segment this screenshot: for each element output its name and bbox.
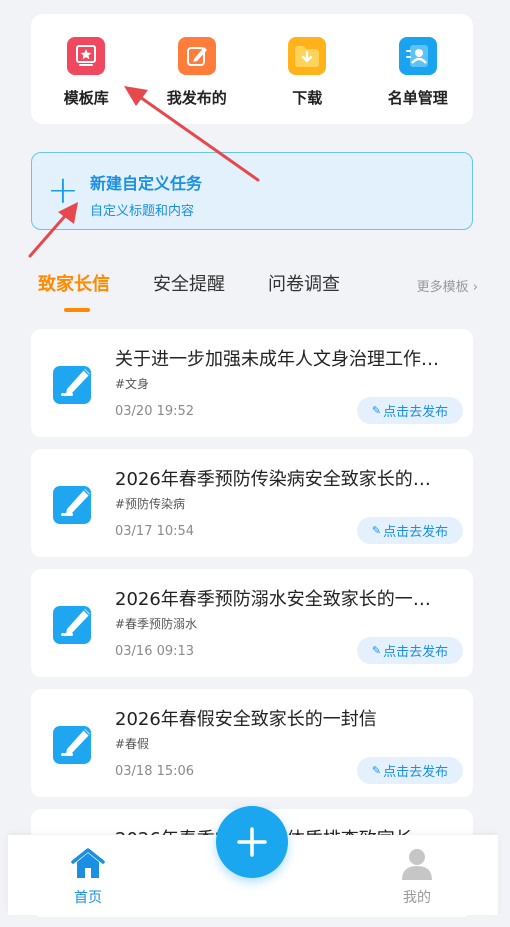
home-icon [71,848,105,878]
quick-action-roster[interactable]: 名单管理 [368,37,468,108]
new-custom-task-button[interactable]: + 新建自定义任务 自定义标题和内容 [31,152,473,230]
document-edit-icon [53,726,91,764]
list-item[interactable]: 2026年春季预防传染病安全致家长的一封信 #预防传染病 03/17 10:54… [31,449,473,557]
quick-actions-card: 模板库 我发布的 下载 名单管理 [31,14,473,124]
pen-icon: ✎ [371,644,382,657]
publish-label: 点击去发布 [383,645,449,660]
new-task-subtitle: 自定义标题和内容 [90,204,195,219]
tab-parent-letter[interactable]: 致家长信 [38,270,110,296]
item-title: 关于进一步加强未成年人文身治理工作的通知 [115,349,445,370]
publish-button[interactable]: ✎ 点击去发布 [357,517,463,544]
publish-button[interactable]: ✎ 点击去发布 [357,637,463,664]
contacts-icon [398,37,437,75]
item-tag: #预防传染病 [115,497,186,511]
item-tag: #春季预防溺水 [115,617,198,631]
edit-icon [177,37,216,75]
publish-label: 点击去发布 [383,405,449,420]
document-edit-icon [53,486,91,524]
list-item[interactable]: 关于进一步加强未成年人文身治理工作的通知 #文身 03/20 19:52 ✎ 点击… [31,329,473,437]
item-time: 03/17 10:54 [115,524,195,539]
tab-safety-reminder[interactable]: 安全提醒 [153,270,225,296]
item-time: 03/18 15:06 [115,764,195,779]
pen-icon: ✎ [371,524,382,537]
item-time: 03/20 19:52 [115,404,195,419]
pen-icon: ✎ [371,764,382,777]
publish-button[interactable]: ✎ 点击去发布 [357,397,463,424]
user-icon [402,849,432,880]
publish-label: 点击去发布 [383,525,449,540]
more-templates-link[interactable]: 更多模板 › [417,276,478,295]
nav-home[interactable]: 首页 [66,847,110,907]
tab-questionnaire[interactable]: 问卷调查 [268,270,340,296]
active-tab-indicator [64,308,90,312]
plus-icon [237,827,267,857]
item-time: 03/16 09:13 [115,644,195,659]
category-tabs: 致家长信 安全提醒 问卷调查 更多模板 › [38,270,478,320]
item-tag: #文身 [115,377,150,391]
quick-action-label: 名单管理 [387,89,448,107]
quick-action-label: 我发布的 [166,89,227,107]
quick-action-my-published[interactable]: 我发布的 [147,37,247,108]
item-title: 2026年春假安全致家长的一封信 [115,709,377,730]
publish-label: 点击去发布 [383,765,449,780]
item-tag: #春假 [115,737,150,751]
pen-icon: ✎ [371,404,382,417]
quick-action-template-library[interactable]: 模板库 [36,37,136,108]
plus-icon: + [47,168,79,212]
item-title: 2026年春季预防传染病安全致家长的一封信 [115,469,445,490]
document-edit-icon [53,366,91,404]
nav-profile[interactable]: 我的 [395,847,439,907]
create-fab-button[interactable] [216,806,288,878]
item-title: 2026年春季预防溺水安全致家长的一封信 [115,589,445,610]
document-edit-icon [53,606,91,644]
list-item[interactable]: 2026年春假安全致家长的一封信 #春假 03/18 15:06 ✎ 点击去发布 [31,689,473,797]
nav-home-label: 首页 [74,890,102,906]
quick-action-label: 下载 [292,89,323,107]
template-icon [67,37,106,75]
quick-action-label: 模板库 [63,89,109,107]
list-item[interactable]: 2026年春季预防溺水安全致家长的一封信 #春季预防溺水 03/16 09:13… [31,569,473,677]
new-task-title: 新建自定义任务 [90,174,203,193]
quick-action-download[interactable]: 下载 [257,37,357,108]
download-icon [288,37,327,75]
nav-profile-label: 我的 [403,890,431,906]
publish-button[interactable]: ✎ 点击去发布 [357,757,463,784]
